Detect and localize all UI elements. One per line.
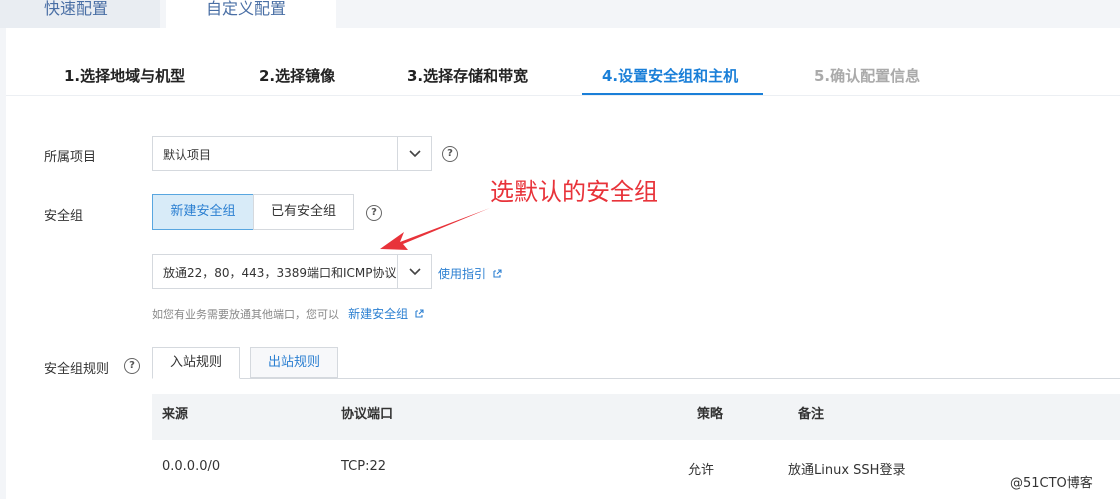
new-security-group-option[interactable]: 新建安全组: [152, 194, 254, 230]
step-region-instance[interactable]: 1.选择地域与机型: [64, 65, 185, 86]
table-row-note: 放通Linux SSH登录: [788, 463, 906, 478]
tab-quick-config-label: 快速配置: [44, 0, 109, 18]
tab-custom-config[interactable]: 自定义配置: [166, 0, 336, 28]
active-step-indicator: [582, 93, 763, 95]
external-link-icon: [415, 309, 424, 318]
project-select-value: 默认项目: [163, 148, 212, 162]
tab-quick-config[interactable]: 快速配置: [0, 0, 160, 28]
table-row-source: 0.0.0.0/0: [162, 459, 221, 474]
annotation-arrow: [380, 208, 490, 250]
table-row-policy: 允许: [688, 463, 715, 478]
column-header-policy: 策略: [697, 407, 724, 422]
project-select[interactable]: 默认项目: [152, 136, 432, 171]
watermark: @51CTO博客: [1010, 476, 1093, 491]
chevron-down-icon: [397, 137, 431, 170]
tab-custom-config-label: 自定义配置: [206, 0, 287, 18]
hint-text: 如您有业务需要放通其他端口，您可以: [152, 308, 339, 321]
project-label: 所属项目: [44, 150, 97, 165]
table-row-port: TCP:22: [341, 459, 387, 474]
step-security-host[interactable]: 4.设置安全组和主机: [602, 65, 738, 86]
help-icon[interactable]: ?: [442, 146, 458, 162]
help-icon[interactable]: ?: [124, 358, 140, 374]
tab-outbound-rules[interactable]: 出站规则: [250, 347, 338, 378]
external-link-icon: [493, 269, 502, 278]
security-group-hint: 如您有业务需要放通其他端口，您可以 新建安全组: [152, 303, 424, 322]
column-header-source: 来源: [162, 407, 189, 422]
guide-link[interactable]: 使用指引: [438, 263, 502, 282]
column-header-port: 协议端口: [341, 407, 394, 422]
security-group-select-value: 放通22，80，443，3389端口和ICMP协议: [163, 266, 397, 280]
annotation-text: 选默认的安全组: [490, 178, 658, 206]
rules-table-header: [152, 394, 1120, 440]
rules-tab-baseline: [152, 378, 1120, 379]
step-storage-bandwidth[interactable]: 3.选择存储和带宽: [407, 65, 528, 86]
step-divider: [6, 95, 1120, 96]
guide-link-label: 使用指引: [438, 267, 487, 281]
tab-inbound-rules[interactable]: 入站规则: [152, 347, 240, 379]
security-group-label: 安全组: [44, 209, 84, 224]
step-image[interactable]: 2.选择镜像: [259, 65, 335, 86]
create-security-group-link[interactable]: 新建安全组: [348, 307, 408, 321]
step-confirm[interactable]: 5.确认配置信息: [814, 65, 920, 86]
column-header-note: 备注: [798, 407, 825, 422]
existing-security-group-option[interactable]: 已有安全组: [253, 194, 354, 230]
rules-label: 安全组规则: [44, 362, 110, 377]
